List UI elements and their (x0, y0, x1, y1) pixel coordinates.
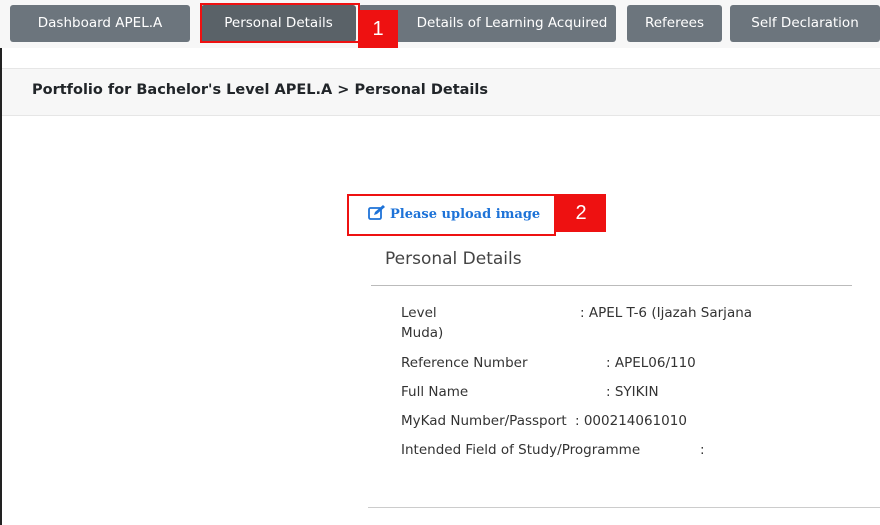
intended-field-value: : (700, 442, 705, 458)
reference-number-label: Reference Number (401, 355, 528, 371)
mykad-label: MyKad Number/Passport (401, 413, 567, 429)
section-title: Personal Details (385, 249, 522, 269)
upload-image-link[interactable]: Please upload image (368, 205, 540, 222)
level-label-continued: Muda) (401, 325, 444, 341)
section-divider (371, 285, 852, 286)
level-label: Level (401, 305, 437, 321)
bottom-divider (368, 507, 880, 508)
level-value: : APEL T-6 (Ijazah Sarjana (580, 305, 753, 321)
step-marker-1: 1 (358, 10, 398, 48)
upload-image-label: Please upload image (390, 207, 541, 222)
edit-icon (368, 205, 385, 220)
tab-referees[interactable]: Referees (627, 5, 722, 42)
full-name-value: : SYIKIN (606, 384, 659, 400)
tab-dashboard-apel-a[interactable]: Dashboard APEL.A (10, 5, 190, 42)
breadcrumb: Portfolio for Bachelor's Level APEL.A > … (32, 82, 488, 98)
tab-self-declaration[interactable]: Self Declaration (730, 5, 880, 42)
tab-personal-details[interactable]: Personal Details (201, 5, 356, 42)
tab-bar: Dashboard APEL.A Personal Details Detail… (0, 0, 880, 48)
step-marker-2: 2 (556, 194, 606, 232)
intended-field-label: Intended Field of Study/Programme (401, 442, 641, 458)
mykad-value: : 000214061010 (575, 413, 687, 429)
reference-number-value: : APEL06/110 (606, 355, 696, 371)
full-name-label: Full Name (401, 384, 469, 400)
